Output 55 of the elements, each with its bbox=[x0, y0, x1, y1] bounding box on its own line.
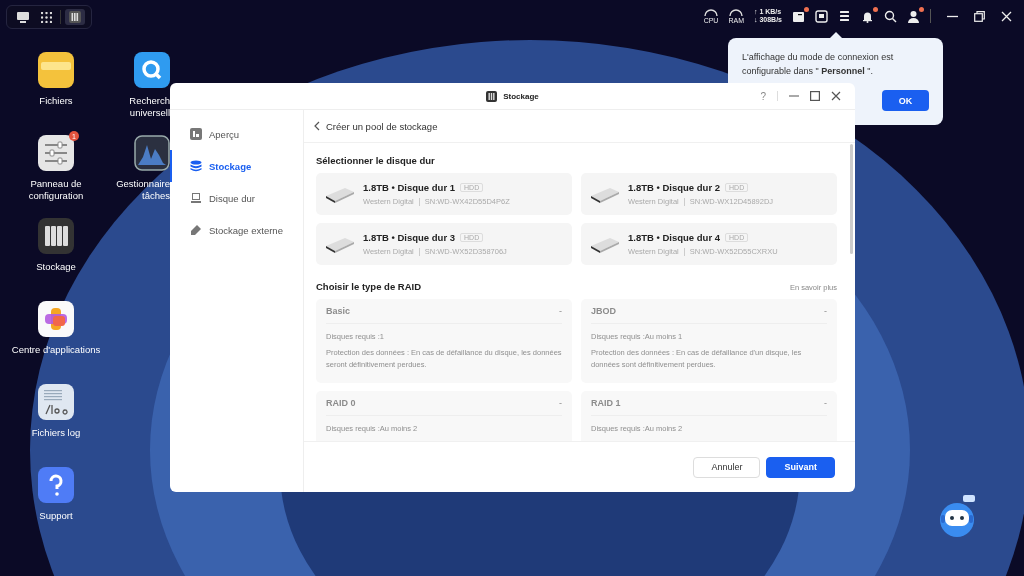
close-icon[interactable] bbox=[831, 91, 841, 101]
raid-name: Basic bbox=[326, 306, 351, 316]
robot-assistant-icon[interactable] bbox=[937, 495, 977, 539]
sidebar-item[interactable]: Disque dur bbox=[170, 182, 303, 214]
raid-collapse-mark: - bbox=[559, 306, 562, 316]
disk-name: 1.8TB • Disque dur 2 bbox=[628, 182, 720, 193]
hard-drive-icon bbox=[190, 192, 202, 204]
app-label[interactable]: Fichiers log bbox=[31, 427, 81, 439]
back-button[interactable] bbox=[314, 121, 320, 131]
database-icon bbox=[190, 160, 202, 172]
logs-icon[interactable] bbox=[38, 384, 74, 420]
app-label[interactable]: Recherch universell bbox=[129, 95, 170, 119]
app-label[interactable]: Stockage bbox=[36, 261, 76, 273]
window-title: Stockage bbox=[503, 91, 539, 101]
next-button[interactable]: Suivant bbox=[766, 456, 835, 478]
app-label[interactable]: Gestionnaire tâches bbox=[116, 178, 170, 202]
sidebar-item[interactable]: Aperçu bbox=[170, 118, 303, 150]
storage-app-button[interactable] bbox=[65, 9, 85, 25]
raid-name: RAID 1 bbox=[591, 398, 621, 408]
ok-button[interactable]: OK bbox=[882, 90, 929, 111]
app-label[interactable]: Panneau de configuration bbox=[28, 178, 84, 202]
storage-app-icon bbox=[486, 90, 498, 102]
storage-app-icon[interactable] bbox=[38, 218, 74, 254]
sidebar-item[interactable]: Stockage bbox=[170, 150, 303, 182]
raid-name: JBOD bbox=[591, 306, 616, 316]
overview-icon bbox=[190, 128, 202, 140]
app-label[interactable]: Fichiers bbox=[39, 95, 73, 107]
monitor-icon[interactable] bbox=[815, 9, 828, 23]
disk-name: 1.8TB • Disque dur 4 bbox=[628, 232, 720, 243]
search-icon[interactable] bbox=[884, 9, 897, 23]
search-app-icon[interactable] bbox=[134, 52, 170, 88]
disk-name: 1.8TB • Disque dur 1 bbox=[363, 182, 455, 193]
pen-icon bbox=[190, 224, 202, 236]
sidebar-item[interactable]: Stockage externe bbox=[170, 214, 303, 246]
raid-collapse-mark: - bbox=[824, 398, 827, 408]
folder-icon[interactable] bbox=[38, 52, 74, 88]
raid-name: RAID 0 bbox=[326, 398, 356, 408]
raid-collapse-mark: - bbox=[824, 306, 827, 316]
cancel-button[interactable]: Annuler bbox=[693, 456, 761, 478]
sliders-icon[interactable] bbox=[38, 135, 74, 171]
app-label[interactable]: Centre d'applications bbox=[11, 344, 101, 356]
app-label[interactable]: Support bbox=[39, 510, 73, 522]
page-title: Créer un pool de stockage bbox=[326, 120, 438, 132]
apps-icon[interactable] bbox=[38, 301, 74, 337]
help-icon[interactable] bbox=[38, 467, 74, 503]
chart-app-icon[interactable] bbox=[134, 135, 170, 171]
section-title: Sélectionner le disque dur bbox=[316, 155, 436, 166]
maximize-icon[interactable] bbox=[810, 91, 820, 101]
disk-name: 1.8TB • Disque dur 3 bbox=[363, 232, 455, 243]
section-title: Choisir le type de RAID bbox=[316, 281, 422, 292]
tooltip-text: L'affichage du mode de connexion est configurable dans " Personnel ". bbox=[742, 51, 895, 78]
raid-collapse-mark: - bbox=[559, 398, 562, 408]
help-button[interactable]: ? bbox=[760, 90, 766, 102]
restore-icon[interactable] bbox=[974, 10, 985, 22]
list-icon[interactable] bbox=[838, 9, 851, 23]
